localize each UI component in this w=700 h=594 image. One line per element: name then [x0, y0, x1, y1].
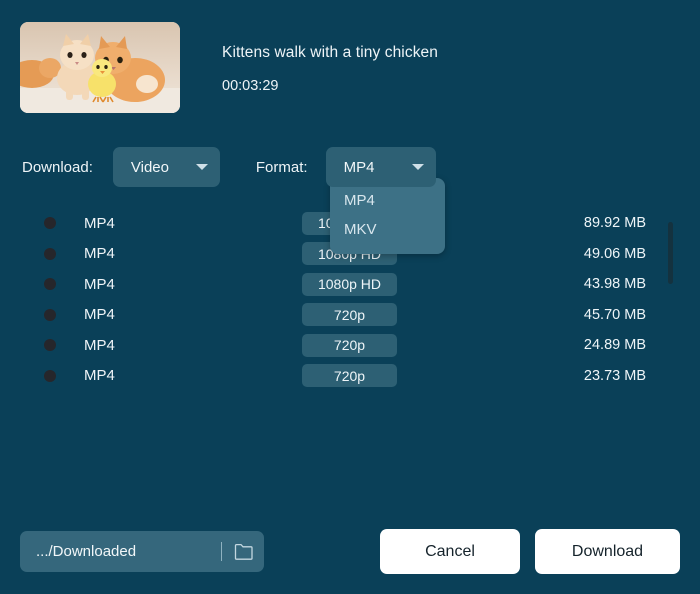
file-size: 89.92 MB — [583, 215, 646, 232]
file-size: 23.73 MB — [583, 367, 646, 384]
download-type-select[interactable]: Video — [112, 147, 220, 187]
media-title: Kittens walk with a tiny chicken — [222, 44, 438, 61]
format-radio[interactable] — [44, 308, 56, 321]
format-extension: MP4 — [84, 275, 115, 293]
format-extension: MP4 — [84, 214, 115, 232]
controls-row: Download: Video Format: MP4 — [22, 147, 436, 187]
format-extension: MP4 — [84, 306, 115, 324]
format-option-mp4[interactable]: MP4 — [330, 186, 445, 215]
quality-badge: 720p — [302, 303, 397, 327]
format-radio[interactable] — [44, 339, 56, 352]
download-type-label: Download: — [22, 158, 93, 176]
format-extension: MP4 — [84, 336, 115, 354]
table-row[interactable]: MP4 720p 45.70 MB — [0, 300, 700, 331]
folder-icon[interactable] — [234, 543, 254, 560]
format-option-mkv[interactable]: MKV — [330, 215, 445, 244]
file-size: 43.98 MB — [583, 276, 646, 293]
format-dropdown-menu[interactable]: MP4 MKV — [330, 178, 445, 254]
media-info: Kittens walk with a tiny chicken 00:03:2… — [222, 22, 438, 94]
download-button[interactable]: Download — [535, 529, 680, 574]
list-scrollbar[interactable] — [668, 222, 673, 284]
file-size: 24.89 MB — [583, 337, 646, 354]
file-size: 49.06 MB — [583, 245, 646, 262]
quality-badge: 720p — [302, 333, 397, 357]
format-radio[interactable] — [44, 217, 56, 230]
video-thumbnail[interactable] — [20, 22, 180, 113]
chevron-down-icon — [195, 164, 208, 170]
path-divider — [221, 542, 222, 561]
cancel-button[interactable]: Cancel — [380, 529, 520, 574]
format-value: MP4 — [343, 158, 375, 176]
table-row[interactable]: MP4 720p 23.73 MB — [0, 361, 700, 392]
format-radio[interactable] — [44, 247, 56, 260]
table-row[interactable]: MP4 720p 24.89 MB — [0, 330, 700, 361]
format-label: Format: — [255, 158, 308, 176]
format-extension: MP4 — [84, 367, 115, 385]
format-radio[interactable] — [44, 369, 56, 382]
thumbnail-image — [20, 22, 180, 113]
format-radio[interactable] — [44, 278, 56, 291]
table-row[interactable]: MP4 1080p HD 43.98 MB — [0, 269, 700, 300]
file-size: 45.70 MB — [583, 306, 646, 323]
download-path-field[interactable]: .../Downloaded — [20, 531, 264, 572]
quality-badge: 1080p HD — [302, 272, 397, 296]
download-type-value: Video — [130, 158, 169, 176]
quality-badge: 720p — [302, 364, 397, 388]
media-duration: 00:03:29 — [222, 78, 279, 94]
format-extension: MP4 — [84, 245, 115, 263]
format-select[interactable]: MP4 — [325, 147, 436, 187]
media-header: Kittens walk with a tiny chicken 00:03:2… — [20, 22, 438, 113]
download-path-value: .../Downloaded — [36, 543, 137, 560]
chevron-down-icon — [411, 164, 424, 170]
